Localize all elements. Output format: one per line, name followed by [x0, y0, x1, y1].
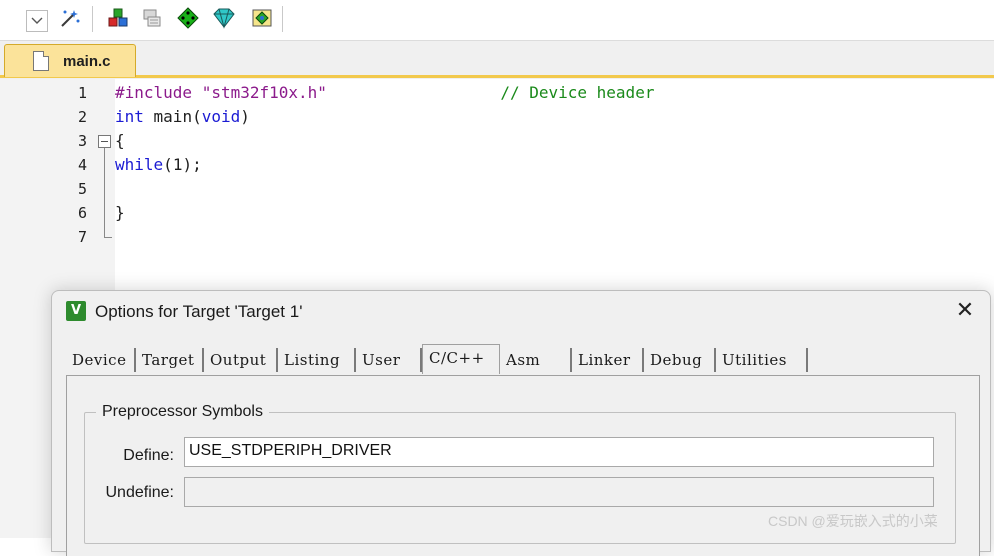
code-token: 1 — [172, 155, 183, 174]
code-token: // Device header — [500, 83, 655, 102]
undefine-field[interactable] — [184, 477, 934, 507]
undefine-label: Undefine: — [105, 484, 175, 501]
target-wand-icon[interactable] — [58, 6, 82, 30]
fold-guide-end — [104, 237, 112, 238]
code-line[interactable]: { — [115, 129, 125, 153]
tab-target[interactable]: Target — [136, 348, 204, 372]
code-token: int — [115, 107, 144, 126]
tab-user[interactable]: User — [356, 348, 422, 372]
fold-guide — [104, 148, 105, 238]
tab-main-c[interactable]: main.c — [4, 44, 136, 77]
tab-debug[interactable]: Debug — [644, 348, 716, 372]
close-icon[interactable]: ✕ — [948, 297, 982, 325]
code-token: void — [201, 107, 241, 126]
line-number: 1 — [77, 84, 87, 102]
code-token: #include — [115, 83, 202, 102]
manage-project-items-icon[interactable] — [140, 6, 164, 30]
code-line[interactable]: } — [115, 201, 125, 225]
code-token: ( — [163, 155, 173, 174]
tab-asm[interactable]: Asm — [500, 348, 572, 372]
manage-runtime-icon[interactable] — [212, 6, 236, 30]
code-token: while — [115, 155, 164, 174]
line-number: 4 — [77, 156, 87, 174]
preprocessor-group-label: Preprocessor Symbols — [96, 403, 269, 421]
line-number: 2 — [77, 108, 87, 126]
tab-c-c-[interactable]: C/C++ — [422, 344, 500, 374]
keil-app-icon: V — [66, 301, 86, 321]
code-token: ) — [240, 107, 250, 126]
tab-listing[interactable]: Listing — [278, 348, 356, 372]
code-token: ( — [192, 107, 202, 126]
fold-toggle-icon[interactable] — [98, 135, 111, 148]
toolbar — [0, 0, 994, 41]
tab-linker[interactable]: Linker — [572, 348, 644, 372]
code-token: main — [143, 107, 193, 126]
code-line[interactable]: #include "stm32f10x.h" // Device header — [115, 81, 654, 105]
dialog-title: Options for Target 'Target 1' — [95, 302, 303, 321]
tab-utilities[interactable]: Utilities — [716, 348, 808, 372]
tab-device[interactable]: Device — [66, 348, 136, 372]
code-token: } — [115, 203, 125, 222]
dropdown-arrow-icon[interactable] — [26, 10, 48, 32]
define-field[interactable]: USE_STDPERIPH_DRIVER — [184, 437, 934, 467]
line-number: 6 — [77, 204, 87, 222]
dialog-tabs: Device Target Output Listing User C/C++ Asm Lin… — [66, 344, 826, 374]
watermark-text: CSDN @爱玩嵌入式的小菜 — [768, 513, 938, 529]
code-token: "stm32f10x.h" — [201, 83, 327, 102]
pack-installer-icon[interactable] — [106, 6, 130, 30]
code-token: ); — [182, 155, 202, 174]
tab-output[interactable]: Output — [204, 348, 278, 372]
tab-label: main.c — [63, 52, 111, 70]
code-token: { — [115, 131, 125, 150]
select-packs-icon[interactable] — [176, 6, 200, 30]
pack-diamond-icon[interactable] — [250, 6, 274, 30]
line-number: 7 — [77, 228, 87, 246]
tabstrip-accent-line — [0, 75, 994, 78]
line-number: 3 — [77, 132, 87, 150]
editor-tabstrip — [0, 40, 994, 79]
define-label: Define: — [123, 447, 174, 464]
file-icon — [33, 51, 49, 71]
line-number: 5 — [77, 180, 87, 198]
code-line[interactable]: while(1); — [115, 153, 202, 177]
code-line[interactable]: int main(void) — [115, 105, 250, 129]
